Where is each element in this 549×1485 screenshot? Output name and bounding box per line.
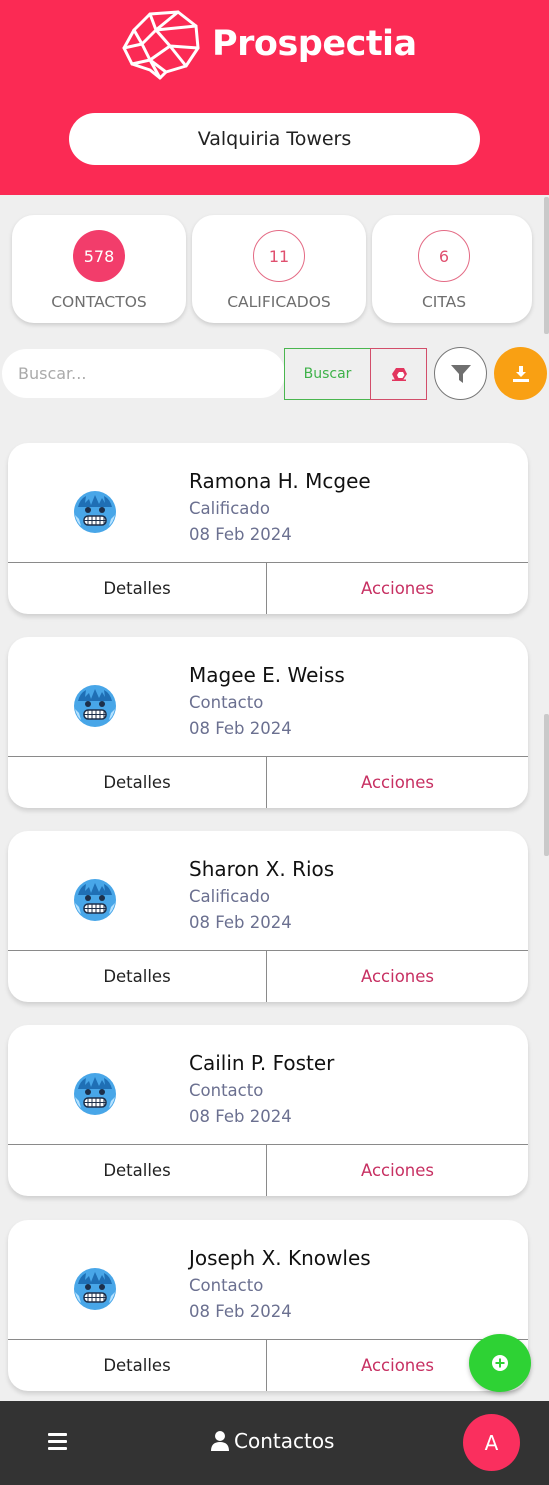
contact-actions: Detalles Acciones — [8, 950, 528, 1002]
current-section: Contactos — [210, 1429, 334, 1453]
actions-button[interactable]: Acciones — [267, 1145, 528, 1196]
contact-name: Magee E. Weiss — [189, 663, 345, 687]
contact-name: Sharon X. Rios — [189, 857, 335, 881]
contact-date: 08 Feb 2024 — [189, 913, 292, 932]
download-icon — [512, 365, 529, 382]
page-scrollbar[interactable] — [544, 714, 549, 856]
actions-button[interactable]: Acciones — [267, 563, 528, 614]
cold-face-icon — [74, 1268, 116, 1310]
contact-date: 08 Feb 2024 — [189, 525, 292, 544]
cold-face-icon — [74, 491, 116, 533]
stat-count: 578 — [73, 230, 125, 282]
details-button[interactable]: Detalles — [8, 1340, 267, 1391]
brain-logo-icon — [122, 10, 200, 80]
stat-label: CITAS — [421, 293, 467, 311]
details-button[interactable]: Detalles — [8, 563, 267, 614]
contact-card[interactable]: Joseph X. Knowles Contacto 08 Feb 2024 D… — [8, 1220, 528, 1391]
filter-icon — [450, 364, 471, 383]
contact-name: Cailin P. Foster — [189, 1051, 335, 1075]
details-button[interactable]: Detalles — [8, 1145, 267, 1196]
contact-name: Ramona H. Mcgee — [189, 469, 371, 493]
stat-label: CALIFICADOS — [227, 293, 331, 311]
user-avatar[interactable]: A — [463, 1414, 520, 1471]
contact-date: 08 Feb 2024 — [189, 1107, 292, 1126]
contact-status: Contacto — [189, 1081, 264, 1100]
contact-card[interactable]: Ramona H. Mcgee Calificado 08 Feb 2024 D… — [8, 443, 528, 614]
stat-count: 11 — [253, 230, 305, 282]
contact-actions: Detalles Acciones — [8, 1339, 528, 1391]
contact-status: Calificado — [189, 499, 270, 518]
app-header: Prospectia Valquiria Towers — [0, 0, 549, 195]
contact-date: 08 Feb 2024 — [189, 1302, 292, 1321]
contact-actions: Detalles Acciones — [8, 1144, 528, 1196]
search-input[interactable] — [2, 349, 285, 398]
app-title: Prospectia — [212, 24, 417, 64]
contact-date: 08 Feb 2024 — [189, 719, 292, 738]
stat-card-calificados[interactable]: 11 CALIFICADOS — [192, 215, 366, 323]
contact-card[interactable]: Sharon X. Rios Calificado 08 Feb 2024 De… — [8, 831, 528, 1002]
contact-status: Calificado — [189, 887, 270, 906]
contact-actions: Detalles Acciones — [8, 756, 528, 808]
contact-card[interactable]: Magee E. Weiss Contacto 08 Feb 2024 Deta… — [8, 637, 528, 808]
stat-card-citas[interactable]: 6 CITAS — [372, 215, 532, 323]
contact-name: Joseph X. Knowles — [189, 1246, 371, 1270]
stat-label: CONTACTOS — [51, 293, 147, 311]
contact-actions: Detalles Acciones — [8, 562, 528, 614]
actions-button[interactable]: Acciones — [267, 757, 528, 808]
app-logo: Prospectia — [120, 8, 417, 80]
hamburger-icon[interactable] — [48, 1433, 67, 1450]
bottom-nav: Contactos A — [0, 1401, 549, 1485]
add-contact-button[interactable] — [469, 1334, 531, 1392]
cold-face-icon — [74, 685, 116, 727]
user-icon — [211, 1431, 229, 1451]
eraser-icon — [391, 368, 407, 381]
section-label: Contactos — [234, 1429, 335, 1453]
search-button[interactable]: Buscar — [284, 348, 371, 400]
contact-card[interactable]: Cailin P. Foster Contacto 08 Feb 2024 De… — [8, 1025, 528, 1196]
clear-search-button[interactable] — [370, 348, 427, 400]
plus-icon — [492, 1355, 508, 1371]
stats-row: 578 CONTACTOS 11 CALIFICADOS 6 CITAS — [0, 195, 549, 335]
details-button[interactable]: Detalles — [8, 951, 267, 1002]
cold-face-icon — [74, 879, 116, 921]
cold-face-icon — [74, 1073, 116, 1115]
contact-status: Contacto — [189, 693, 264, 712]
filter-button[interactable] — [434, 347, 487, 400]
stats-scrollbar[interactable] — [544, 197, 549, 334]
details-button[interactable]: Detalles — [8, 757, 267, 808]
stat-card-contactos[interactable]: 578 CONTACTOS — [12, 215, 186, 323]
download-button[interactable] — [494, 347, 547, 400]
actions-button[interactable]: Acciones — [267, 951, 528, 1002]
stat-count: 6 — [418, 230, 470, 282]
contact-status: Contacto — [189, 1276, 264, 1295]
project-selector[interactable]: Valquiria Towers — [69, 113, 480, 165]
